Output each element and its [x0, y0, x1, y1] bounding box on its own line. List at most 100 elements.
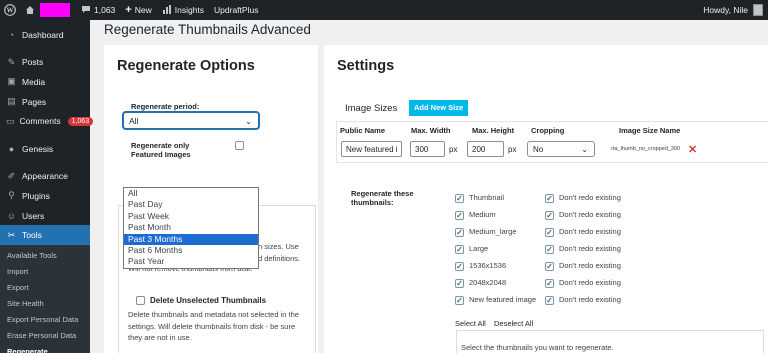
sidebar-item-comments[interactable]: ▭ Comments 1,063 [0, 111, 94, 131]
cropping-select[interactable]: No ⌄ [527, 141, 595, 157]
account-menu[interactable]: Howdy, Nile [698, 0, 768, 20]
chevron-down-icon: ⌄ [245, 116, 252, 126]
delete-unselected-checkbox[interactable] [136, 296, 145, 305]
admin-bar: W 1,063 + New Insights UpdraftPlus Howdy… [0, 0, 768, 20]
comment-icon: ▭ [6, 115, 15, 126]
sidebar-item-label: Plugins [22, 190, 50, 201]
admin-sidebar: ◔ Dashboard ✎ Posts ▣ Media ▤ Pages ▭ Co… [0, 20, 94, 353]
period-option-past-6-months[interactable]: Past 6 Months [124, 245, 258, 256]
dont-redo-checkbox[interactable]: ✓ [545, 228, 554, 237]
column-image-size-name: Image Size Name [619, 126, 681, 135]
delete-unselected-description: Delete thumbnails and metadata not selec… [128, 310, 299, 342]
featured-label-line1: Regenerate only [131, 141, 190, 150]
sidebar-item-label: Posts [22, 57, 44, 68]
dont-redo-label: Don't redo existing [559, 244, 621, 253]
select-all-link[interactable]: Select All [455, 319, 486, 328]
max-height-input[interactable]: 200 [467, 141, 504, 157]
thumbnail-label: New featured image [469, 295, 537, 304]
comment-bubble-icon [81, 5, 91, 16]
public-name-input[interactable]: New featured i [341, 141, 402, 157]
submenu-regenerate-thumbnails[interactable]: Regenerate Thumbnails [0, 344, 50, 353]
sidebar-item-users[interactable]: ☺ Users [0, 206, 90, 226]
thumbnail-checkbox[interactable]: ✓ [455, 228, 464, 237]
max-width-input[interactable]: 300 [410, 141, 445, 157]
insights-label: Insights [174, 5, 205, 15]
thumbnail-checkbox[interactable]: ✓ [455, 279, 464, 288]
comments-badge: 1,063 [67, 116, 94, 126]
site-name-redacted[interactable] [40, 3, 70, 17]
period-select[interactable]: All ⌄ [123, 112, 259, 129]
period-option-all[interactable]: All [124, 188, 258, 199]
deselect-all-link[interactable]: Deselect All [494, 319, 533, 328]
page-icon: ▤ [7, 96, 16, 107]
sidebar-item-posts[interactable]: ✎ Posts [0, 53, 90, 73]
media-icon: ▣ [7, 76, 16, 87]
dont-redo-label: Don't redo existing [559, 261, 621, 270]
thumbnail-checkbox[interactable]: ✓ [455, 262, 464, 271]
period-option-past-month[interactable]: Past Month [124, 222, 258, 233]
insights-menu[interactable]: Insights [157, 0, 209, 20]
thumbnail-checkbox[interactable]: ✓ [455, 296, 464, 305]
dont-redo-checkbox[interactable]: ✓ [545, 211, 554, 220]
sidebar-item-plugins[interactable]: ⚲ Plugins [0, 186, 90, 206]
new-content-menu[interactable]: + New [120, 0, 156, 20]
tab-image-sizes[interactable]: Image Sizes [345, 103, 397, 114]
dont-redo-label: Don't redo existing [559, 278, 621, 287]
hidden-text-fragment-1: n sizes. Use [258, 242, 299, 251]
thumbnail-label: Thumbnail [469, 193, 505, 202]
image-size-name-value: rta_thumb_no_cropped_300 [611, 146, 681, 152]
period-option-past-week[interactable]: Past Week [124, 211, 258, 222]
period-label: Regenerate period: [131, 102, 200, 111]
sidebar-item-label: Comments [19, 116, 61, 127]
site-home-icon[interactable] [20, 0, 40, 20]
dont-redo-checkbox[interactable]: ✓ [545, 245, 554, 254]
featured-label-line2: Featured Images [131, 150, 191, 159]
featured-images-checkbox[interactable] [235, 141, 244, 150]
submenu-available-tools[interactable]: Available Tools [0, 248, 90, 264]
delete-size-icon[interactable]: ✕ [688, 143, 697, 156]
thumbnail-selection-hint: Select the thumbnails you want to regene… [456, 330, 764, 353]
dont-redo-checkbox[interactable]: ✓ [545, 262, 554, 271]
updraftplus-menu[interactable]: UpdraftPlus [209, 0, 263, 20]
submenu-site-health[interactable]: Site Health [0, 296, 90, 312]
column-max-height: Max. Height [472, 126, 515, 135]
submenu-erase-personal-data[interactable]: Erase Personal Data [0, 328, 90, 344]
dont-redo-checkbox[interactable]: ✓ [545, 194, 554, 203]
dont-redo-checkbox[interactable]: ✓ [545, 296, 554, 305]
featured-label: Regenerate only Featured Images [131, 141, 191, 159]
sidebar-item-pages[interactable]: ▤ Pages [0, 92, 90, 112]
sidebar-item-media[interactable]: ▣ Media [0, 72, 90, 92]
sidebar-item-dashboard[interactable]: ◔ Dashboard [0, 25, 90, 45]
submenu-export[interactable]: Export [0, 280, 90, 296]
period-option-past-3-months[interactable]: Past 3 Months [124, 233, 258, 245]
thumbnail-label: Medium_large [469, 227, 517, 236]
thumbnail-checkbox[interactable]: ✓ [455, 211, 464, 220]
thumbnail-checkbox[interactable]: ✓ [455, 194, 464, 203]
sidebar-item-genesis[interactable]: ● Genesis [0, 139, 90, 159]
comments-count: 1,063 [94, 5, 116, 15]
period-option-past-year[interactable]: Past Year [124, 256, 258, 267]
thumbnail-checkbox[interactable]: ✓ [455, 245, 464, 254]
sidebar-item-tools[interactable]: ✂ Tools [0, 225, 90, 245]
submenu-export-personal-data[interactable]: Export Personal Data [0, 312, 90, 328]
comments-menu[interactable]: 1,063 [76, 0, 120, 20]
thumbnail-label: Large [469, 244, 489, 253]
max-height-unit: px [508, 145, 517, 154]
wordpress-logo-icon[interactable]: W [0, 0, 20, 20]
tools-submenu: Available Tools Import Export Site Healt… [0, 244, 90, 353]
howdy-text: Howdy, Nile [703, 5, 748, 15]
sidebar-item-label: Appearance [22, 171, 68, 182]
updraftplus-label: UpdraftPlus [214, 5, 259, 15]
add-new-size-button[interactable]: Add New Size [409, 100, 469, 116]
sidebar-item-appearance[interactable]: ✐ Appearance [0, 167, 90, 187]
delete-unselected-label: Delete Unselected Thumbnails [150, 296, 267, 305]
svg-text:W: W [7, 7, 14, 15]
max-width-unit: px [449, 145, 458, 154]
submenu-import[interactable]: Import [0, 264, 90, 280]
dont-redo-checkbox[interactable]: ✓ [545, 279, 554, 288]
period-option-past-day[interactable]: Past Day [124, 199, 258, 210]
regenerate-these-label: Regenerate these thumbnails: [351, 189, 414, 207]
sidebar-item-label: Tools [22, 230, 42, 241]
wrench-icon: ✂ [7, 229, 16, 240]
sidebar-item-label: Genesis [22, 143, 54, 154]
